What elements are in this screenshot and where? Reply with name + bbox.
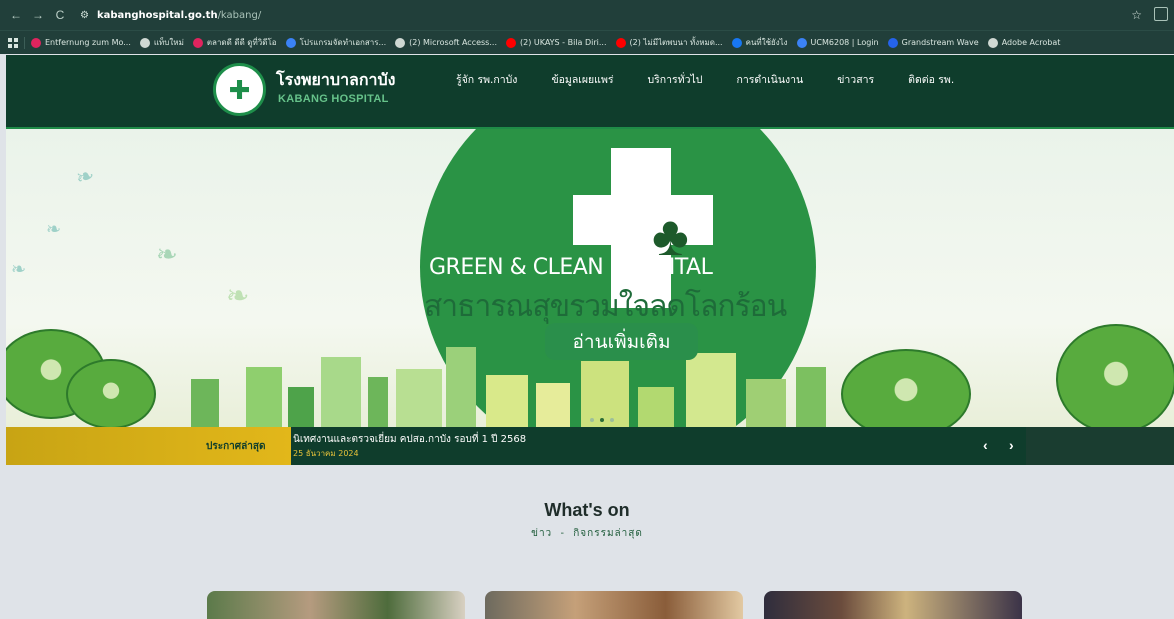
news-card-image[interactable] <box>485 591 743 619</box>
bookmark-favicon-icon <box>395 37 406 48</box>
bookmark-item[interactable]: Adobe Acrobat <box>987 36 1061 49</box>
browser-address-bar: ← → C ⚙ kabanghospital.go.th/kabang/ ☆ <box>0 0 1174 30</box>
carousel-dots <box>590 418 614 422</box>
bookmark-label: (2) ไม่มีไตพบนา ทั้งหมด... <box>629 38 723 47</box>
bookmark-favicon-icon <box>192 37 203 48</box>
butterfly-icon: ❧ <box>46 219 62 239</box>
hospital-cross-horizontal <box>573 195 713 245</box>
bookmark-item[interactable]: (2) Microsoft Access... <box>395 36 497 49</box>
ticker-prev-icon[interactable]: ‹ <box>983 437 988 453</box>
reload-icon[interactable]: C <box>54 8 66 22</box>
section-subtitle: ข่าว - กิจกรรมล่าสุด <box>531 528 643 539</box>
ticker-next-icon[interactable]: › <box>1009 437 1014 453</box>
bookmark-label: Adobe Acrobat <box>1001 38 1061 47</box>
carousel-dot[interactable] <box>610 418 614 422</box>
section-title: What's on <box>544 500 630 520</box>
main-menu: รู้จัก รพ.กาบัง ข้อมูลเผยแพร่ บริการทั่ว… <box>456 71 988 88</box>
bookmark-label: Entfernung zum Mo... <box>45 38 131 47</box>
butterfly-icon: ❧ <box>11 259 27 279</box>
ticker-news-date: 25 ธันวาคม 2024 <box>293 449 359 458</box>
logo-title-thai[interactable]: โรงพยาบาลกาบัง <box>276 68 396 93</box>
bookmark-star-icon[interactable]: ☆ <box>1131 8 1142 22</box>
bookmark-label: (2) Microsoft Access... <box>409 38 497 47</box>
bookmark-favicon-icon <box>887 37 898 48</box>
bookmark-label: โปรแกรมจัดทำเอกสาร... <box>299 38 387 47</box>
cross-icon: ✚ <box>228 74 251 105</box>
tree-illustration <box>1056 324 1174 427</box>
bookmark-item[interactable]: โปรแกรมจัดทำเอกสาร... <box>285 36 387 49</box>
menu-operations[interactable]: การดำเนินงาน <box>736 71 803 88</box>
news-card-image[interactable] <box>207 591 465 619</box>
bookmark-item[interactable]: Grandstream Wave <box>887 36 979 49</box>
read-more-button[interactable]: อ่านเพิ่มเติม <box>545 323 698 360</box>
bookmark-item[interactable]: Entfernung zum Mo... <box>31 36 131 49</box>
bookmark-favicon-icon <box>731 37 742 48</box>
url-text[interactable]: kabanghospital.go.th/kabang/ <box>97 10 261 21</box>
site-header: ✚ โรงพยาบาลกาบัง KABANG HOSPITAL รู้จัก … <box>6 55 1174 127</box>
news-card-image[interactable] <box>764 591 1022 619</box>
bookmark-divider <box>24 36 25 49</box>
bookmark-label: Grandstream Wave <box>901 38 979 47</box>
bookmark-favicon-icon <box>31 37 41 48</box>
ticker-end-panel <box>1026 427 1174 465</box>
bookmark-item[interactable]: (2) UKAYS - Bila Diri... <box>505 36 607 49</box>
menu-about[interactable]: รู้จัก รพ.กาบัง <box>456 71 517 88</box>
bookmark-item[interactable]: (2) ไม่มีไตพบนา ทั้งหมด... <box>615 36 723 49</box>
butterfly-icon: ❧ <box>72 162 98 191</box>
bookmark-item[interactable]: คนที่ใช้ยังไง <box>731 36 788 49</box>
bookmark-favicon-icon <box>285 37 296 48</box>
menu-news[interactable]: ข่าวสาร <box>837 71 874 88</box>
ticker-label: ประกาศล่าสุด <box>206 441 266 452</box>
bookmark-favicon-icon <box>505 37 516 48</box>
site-info-icon[interactable]: ⚙ <box>80 10 89 21</box>
bookmark-label: (2) UKAYS - Bila Diri... <box>519 38 607 47</box>
news-ticker: ประกาศล่าสุด นิเทศงานและตรวจเยี่ยม คปสอ.… <box>6 427 1174 465</box>
logo-title-english[interactable]: KABANG HOSPITAL <box>278 93 389 105</box>
menu-contact[interactable]: ติดต่อ รพ. <box>908 71 954 88</box>
bookmark-label: แท็บใหม่ <box>153 38 184 47</box>
ticker-news-title[interactable]: นิเทศงานและตรวจเยี่ยม คปสอ.กาบัง รอบที่ … <box>293 432 526 447</box>
bookmark-item[interactable]: ตลาดดี ดีดี ดูที่วิดีโอ <box>192 36 277 49</box>
apps-grid-icon[interactable] <box>8 37 18 48</box>
hospital-seal-logo[interactable]: ✚ <box>213 63 266 116</box>
forward-icon[interactable]: → <box>32 8 44 22</box>
bookmark-label: คนที่ใช้ยังไง <box>745 38 788 47</box>
bookmark-label: ตลาดดี ดีดี ดูที่วิดีโอ <box>206 38 277 47</box>
butterfly-icon: ❧ <box>156 239 178 269</box>
bookmark-item[interactable]: UCM6208 | Login <box>796 36 879 49</box>
bookmark-item[interactable]: แท็บใหม่ <box>139 36 184 49</box>
hero-banner: ❧ ❧ ❧ ❧ ❧ ♣ GREEN & CLEAN HOSPITAL สาธาร… <box>6 127 1174 427</box>
carousel-dot-active[interactable] <box>600 418 604 422</box>
bookmark-favicon-icon <box>139 37 150 48</box>
hero-headline: GREEN & CLEAN HOSPITAL <box>429 255 713 280</box>
bookmark-label: UCM6208 | Login <box>810 38 879 47</box>
menu-services[interactable]: บริการทั่วไป <box>648 71 703 88</box>
carousel-dot[interactable] <box>590 418 594 422</box>
bookmark-favicon-icon <box>615 37 626 48</box>
back-icon[interactable]: ← <box>10 8 22 22</box>
bookmark-favicon-icon <box>987 37 998 48</box>
tree-illustration <box>66 359 156 427</box>
butterfly-icon: ❧ <box>226 280 250 311</box>
bookmark-favicon-icon <box>796 37 807 48</box>
menu-publications[interactable]: ข้อมูลเผยแพร่ <box>551 71 613 88</box>
bookmarks-bar: Entfernung zum Mo... แท็บใหม่ ตลาดดี ดีดี … <box>0 30 1174 54</box>
extensions-icon[interactable] <box>1154 7 1168 21</box>
